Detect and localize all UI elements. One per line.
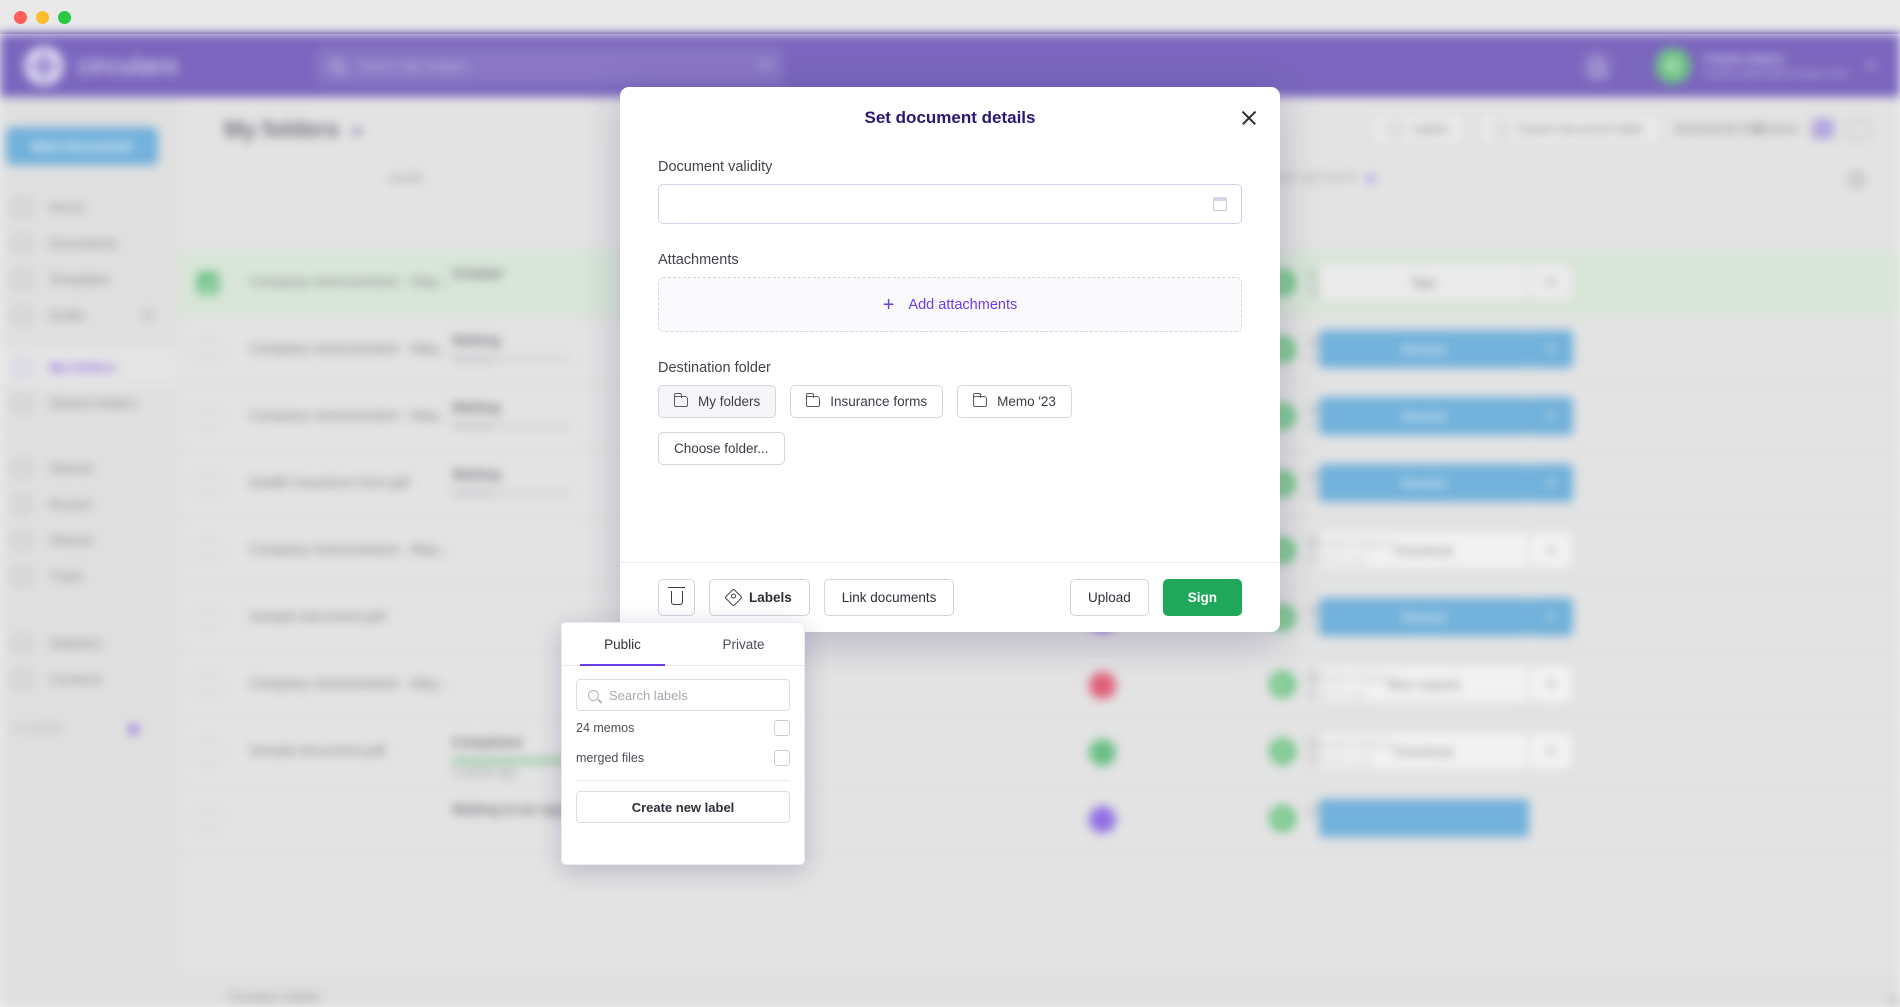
delete-button[interactable] [658, 579, 695, 616]
folder-chip-label: Memo '23 [997, 394, 1056, 409]
label-list-item[interactable]: merged files [576, 745, 790, 771]
destination-folder-chips: My folders Insurance forms Memo '23 [658, 385, 1242, 418]
attachments-label: Attachments [658, 252, 739, 268]
folder-chip-my-folders[interactable]: My folders [658, 385, 777, 418]
document-validity-input[interactable] [658, 184, 1242, 224]
label-name: 24 memos [576, 721, 635, 735]
label-name: merged files [576, 751, 645, 765]
modal-title: Set document details [864, 108, 1036, 127]
os-title-bar [0, 0, 1900, 34]
window-minimize-button[interactable] [36, 10, 49, 24]
plus-icon: + [882, 293, 895, 316]
tag-icon [724, 588, 743, 607]
search-labels-input[interactable]: Search labels [576, 679, 790, 711]
choose-folder-row: Choose folder... [658, 432, 1242, 465]
search-labels-placeholder: Search labels [609, 687, 688, 703]
set-document-details-modal: Set document details Document validity A… [620, 87, 1280, 632]
choose-folder-label: Choose folder... [674, 441, 769, 456]
folder-chip-label: My folders [698, 394, 761, 409]
folder-icon [673, 392, 688, 407]
labels-button-label: Labels [749, 590, 792, 605]
folder-chip-memo-23[interactable]: Memo '23 [957, 385, 1072, 418]
tab-private[interactable]: Private [683, 623, 804, 665]
choose-folder-button[interactable]: Choose folder... [658, 432, 785, 465]
window-close-button[interactable] [14, 10, 27, 24]
document-validity-label: Document validity [658, 159, 773, 175]
close-icon[interactable] [1240, 109, 1258, 127]
modal-header: Set document details [620, 87, 1280, 149]
link-documents-button[interactable]: Link documents [823, 579, 955, 616]
tab-public[interactable]: Public [562, 623, 683, 666]
destination-folder-label: Destination folder [658, 360, 771, 376]
add-attachments-dropzone[interactable]: + Add attachments [658, 277, 1242, 332]
trash-icon [668, 586, 685, 605]
folder-chip-insurance-forms[interactable]: Insurance forms [790, 385, 944, 418]
label-list-item[interactable]: 24 memos [576, 715, 790, 741]
calendar-icon[interactable] [1212, 196, 1227, 211]
labels-button[interactable]: Labels [709, 579, 810, 616]
window-maximize-button[interactable] [58, 10, 71, 24]
folder-icon [805, 392, 821, 407]
search-icon [588, 689, 599, 701]
create-new-label-button[interactable]: Create new label [576, 791, 790, 823]
labels-dropdown-popup: Public Private Search labels 24 memos me… [561, 622, 805, 865]
folder-icon [972, 392, 988, 407]
labels-divider [576, 780, 790, 781]
sign-button[interactable]: Sign [1162, 579, 1242, 616]
labels-tabs: Public Private [562, 623, 804, 666]
upload-button[interactable]: Upload [1069, 579, 1149, 616]
label-checkbox[interactable] [774, 720, 790, 736]
modal-body: Document validity Attachments + Add atta… [620, 149, 1280, 562]
label-checkbox[interactable] [774, 750, 790, 766]
folder-chip-label: Insurance forms [830, 394, 928, 409]
add-attachments-label: Add attachments [908, 296, 1018, 313]
